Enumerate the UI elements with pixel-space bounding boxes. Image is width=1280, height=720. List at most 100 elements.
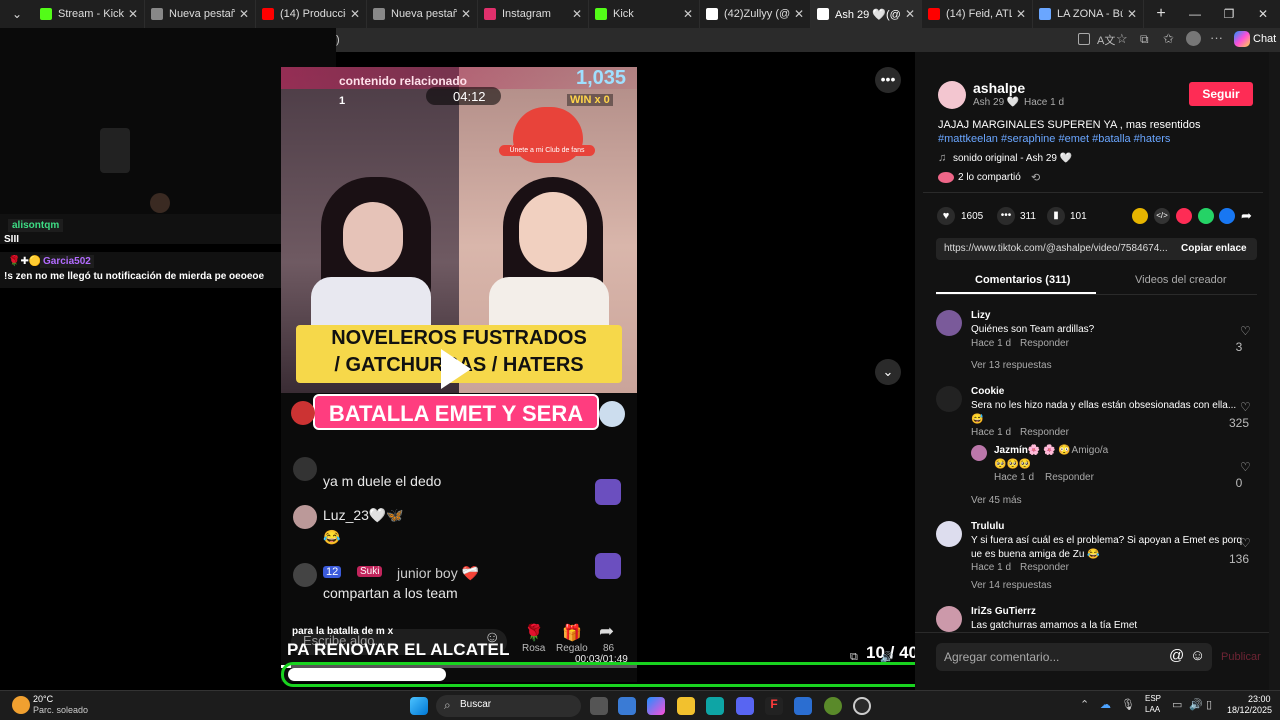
comment-like-icon[interactable]: ♡ — [1240, 536, 1251, 550]
browser-tab[interactable]: Nueva pestaña ✕ — [367, 0, 478, 28]
copilot-icon[interactable] — [647, 697, 665, 715]
send-icon[interactable] — [1176, 208, 1192, 224]
emoji-icon[interactable]: ☺ — [1190, 647, 1205, 664]
more-menu-icon[interactable]: ··· — [1210, 30, 1223, 45]
comment-icon[interactable]: ••• — [997, 207, 1015, 225]
reply-button[interactable]: Responder — [1020, 338, 1069, 349]
copilot-icon[interactable] — [1234, 31, 1250, 47]
browser-tab[interactable]: Instagram ✕ — [478, 0, 589, 28]
reply-button[interactable]: Responder — [1020, 427, 1069, 438]
close-tab-icon[interactable]: ✕ — [461, 7, 471, 21]
close-tab-icon[interactable]: ✕ — [239, 7, 249, 21]
store-icon[interactable] — [618, 697, 636, 715]
coin-icon[interactable] — [1132, 208, 1148, 224]
avatar[interactable] — [936, 310, 962, 336]
close-tab-icon[interactable]: ✕ — [128, 7, 138, 21]
embed-icon[interactable]: </> — [1154, 208, 1170, 224]
avatar[interactable] — [936, 386, 962, 412]
app-icon[interactable]: F — [765, 697, 783, 715]
video-player[interactable]: Únete a mi Club de fans contenido relaci… — [281, 67, 637, 682]
tab-creator-videos[interactable]: Videos del creador — [1135, 274, 1227, 286]
browser-tab[interactable]: (42)Zullyy (@zullyy_ ✕ — [700, 0, 811, 28]
extensions-icon[interactable]: ⧉ — [1140, 32, 1149, 47]
whatsapp-icon[interactable] — [1198, 208, 1214, 224]
comment-username[interactable]: Trululu — [971, 521, 1004, 532]
task-view-icon[interactable] — [590, 697, 608, 715]
favorite-star-icon[interactable]: ☆ — [1116, 31, 1128, 47]
comment-like-icon[interactable]: ♡ — [1240, 400, 1251, 414]
reply-button[interactable]: Responder — [1020, 562, 1069, 573]
avatar[interactable] — [936, 521, 962, 547]
more-options-icon[interactable]: ••• — [875, 67, 901, 93]
clock-date[interactable]: 18/12/2025 — [1227, 705, 1272, 715]
browser-tab[interactable]: (14) Feid, ATL Ja ✕ — [922, 0, 1033, 28]
browser-tab[interactable]: Nueva pestaña ✕ — [145, 0, 256, 28]
mention-icon[interactable]: @ — [1169, 647, 1184, 664]
creator-username[interactable]: ashalpe — [973, 80, 1025, 96]
restore-button[interactable]: ❐ — [1212, 0, 1246, 28]
language-2[interactable]: LAA — [1145, 705, 1160, 714]
next-video-chevron-icon[interactable]: ⌄ — [875, 359, 901, 385]
close-window-button[interactable]: ✕ — [1246, 0, 1280, 28]
new-tab-button[interactable]: + — [1144, 0, 1178, 28]
browser-tab[interactable]: Kick ✕ — [589, 0, 700, 28]
share-arrow-icon[interactable]: ➦ — [1241, 208, 1252, 224]
edge-icon[interactable] — [706, 697, 724, 715]
like-icon[interactable]: ♥ — [937, 207, 955, 225]
browser-tab[interactable]: LA ZONA - Búsqued ✕ — [1033, 0, 1144, 28]
view-replies[interactable]: Ver 13 respuestas — [971, 360, 1052, 371]
rose-icon[interactable]: 🌹 — [524, 623, 544, 643]
chat-button-label[interactable]: Chat — [1253, 33, 1276, 45]
close-tab-icon[interactable]: ✕ — [905, 7, 915, 21]
browser-tab[interactable]: Stream - Kick Dashbo ✕ — [34, 0, 145, 28]
avatar[interactable] — [936, 606, 962, 632]
onedrive-icon[interactable]: ☁ — [1100, 698, 1111, 711]
comment-username[interactable]: Cookie — [971, 386, 1004, 397]
close-tab-icon[interactable]: ✕ — [683, 7, 693, 21]
obs-icon[interactable] — [853, 697, 871, 715]
file-explorer-icon[interactable] — [677, 697, 695, 715]
copy-link-button[interactable]: Copiar enlace — [1181, 243, 1247, 254]
network-icon[interactable]: ▭ — [1172, 698, 1182, 711]
taskbar-search[interactable] — [436, 695, 581, 717]
video-hashtags[interactable]: #mattkeelan #seraphine #emet #batalla #h… — [938, 133, 1170, 145]
play-icon[interactable] — [441, 349, 471, 389]
reply-username[interactable]: Jazmín🌸 🌸 😳 — [994, 445, 1071, 456]
close-tab-icon[interactable]: ✕ — [794, 7, 804, 21]
close-tab-icon[interactable]: ✕ — [350, 7, 360, 21]
browser-tab[interactable]: Ash 29 🤍(@ashalpe ✕ — [811, 0, 922, 28]
shared-count[interactable]: 2 lo compartió — [958, 172, 1021, 183]
follow-button[interactable]: Seguir — [1189, 82, 1253, 106]
page-scrollbar[interactable] — [1269, 52, 1280, 690]
comment-username[interactable]: Lizy — [971, 310, 990, 321]
view-more-replies[interactable]: Ver 45 más — [971, 495, 1022, 506]
discord-icon[interactable] — [736, 697, 754, 715]
translate-icon[interactable]: A文 — [1097, 32, 1115, 48]
language-1[interactable]: ESP — [1145, 694, 1161, 703]
share-icon[interactable]: ➦ — [599, 621, 614, 642]
profile-avatar[interactable] — [1186, 31, 1201, 46]
clock-time[interactable]: 23:00 — [1248, 694, 1271, 704]
view-replies[interactable]: Ver 14 respuestas — [971, 580, 1052, 591]
battery-icon[interactable]: ▯ — [1206, 698, 1212, 711]
xbox-icon[interactable] — [824, 697, 842, 715]
facebook-icon[interactable] — [1219, 208, 1235, 224]
mic-icon[interactable]: 🎙 — [1121, 698, 1135, 711]
close-tab-icon[interactable]: ✕ — [1016, 7, 1026, 21]
close-tab-icon[interactable]: ✕ — [572, 7, 582, 21]
post-comment-button[interactable]: Publicar — [1221, 651, 1261, 663]
reply-button[interactable]: Responder — [1045, 472, 1094, 483]
avatar[interactable] — [971, 445, 987, 461]
tab-menu-chevron-icon[interactable]: ⌄ — [0, 0, 34, 28]
minimize-button[interactable]: — — [1178, 0, 1212, 28]
favorites-icon[interactable]: ✩ — [1163, 31, 1174, 47]
start-windows-icon[interactable] — [410, 697, 428, 715]
creator-avatar[interactable] — [938, 81, 966, 109]
weather-icon[interactable] — [12, 696, 30, 714]
bookmark-icon[interactable]: ▮ — [1047, 207, 1065, 225]
comment-like-icon[interactable]: ♡ — [1240, 460, 1251, 474]
tray-chevron-icon[interactable]: ⌃ — [1080, 698, 1089, 711]
photo-app-icon[interactable] — [794, 697, 812, 715]
tab-comments[interactable]: Comentarios (311) — [975, 274, 1070, 286]
sound-name[interactable]: sonido original - Ash 29 🤍 — [953, 153, 1072, 164]
